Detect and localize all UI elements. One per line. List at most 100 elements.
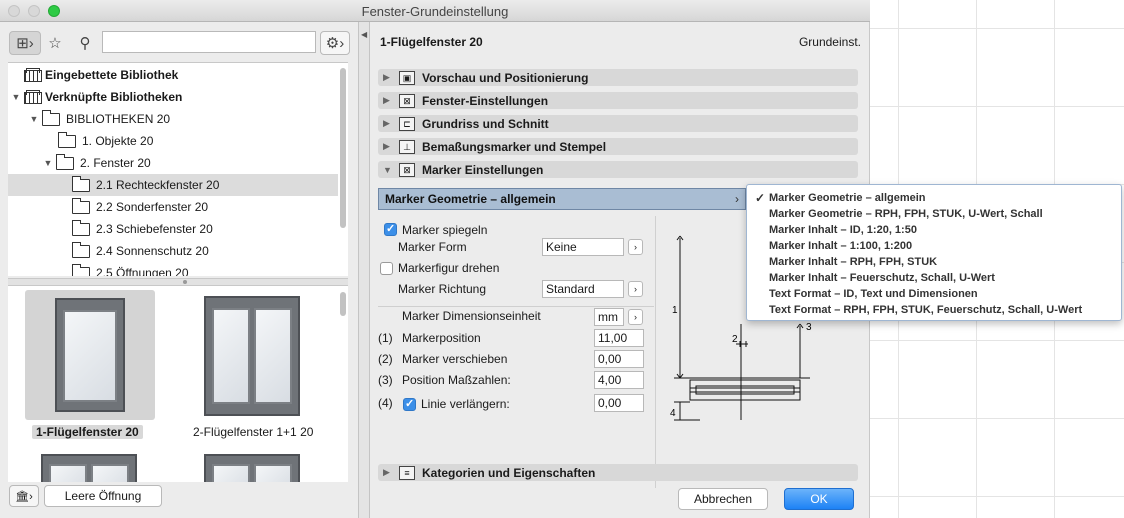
tree-item-schiebefenster[interactable]: 2.3 Schiebefenster 20 [8,218,338,240]
categories-icon: ≡ [399,465,415,480]
mirror-marker-label: Marker spiegeln [402,223,488,237]
tree-item-objekte[interactable]: 1. Objekte 20 [8,130,338,152]
page-selector-dropdown[interactable]: Marker Geometrie – allgemein › [378,188,746,210]
extend-line-checkbox[interactable] [403,397,416,411]
section-label: Bemaßungsmarker und Stempel [422,139,607,154]
settings-dialog: Fenster-Grundeinstellung ⊞› ☆ ⚲ ⚙› Einge… [0,0,870,518]
menu-item-inhalt-scale[interactable]: Marker Inhalt – 1:100, 1:200 [747,238,1121,254]
search-button[interactable]: ⚲ [74,31,96,55]
thumbnail-1-fluegelfenster[interactable] [25,290,155,420]
thumbnail-2-fluegelfenster[interactable] [204,296,300,420]
cancel-button[interactable]: Abbrechen [678,488,768,510]
favorites-button[interactable]: ☆ [44,31,66,55]
tree-item-label: Verknüpfte Bibliotheken [45,90,183,104]
marker-position-input[interactable]: 11,00 [594,329,644,347]
tree-item-embedded-library[interactable]: Eingebettete Bibliothek [8,64,338,86]
disclosure-triangle-icon: ▼ [383,164,392,175]
menu-item-label: Marker Inhalt – 1:100, 1:200 [769,240,913,252]
menu-item-label: Text Format – ID, Text und Dimensionen [769,288,978,300]
tree-item-bibliotheken[interactable]: ▼ BIBLIOTHEKEN 20 [8,108,338,130]
tree-item-oeffnungen[interactable]: 2.5 Öffnungen 20 [8,262,338,276]
tree-item-label: 1. Objekte 20 [82,134,154,148]
dim-unit-label: Marker Dimensionseinheit [402,309,541,323]
tree-item-rechteckfenster[interactable]: 2.1 Rechteckfenster 20 [8,174,338,196]
disclosure-triangle-icon: ▶ [383,95,390,105]
tree-item-fenster[interactable]: ▼ 2. Fenster 20 [8,152,338,174]
tree-item-label: 2. Fenster 20 [80,156,151,170]
tree-item-label: 2.5 Öffnungen 20 [96,266,189,276]
extend-line-input[interactable]: 0,00 [594,394,644,412]
window-settings-icon: ⊠ [399,93,415,108]
mirror-marker-checkbox[interactable] [384,222,397,236]
panel-splitter[interactable]: ◀ [358,22,370,518]
section-label: Grundriss und Schnitt [422,116,549,131]
rotate-marker-label: Markerfigur drehen [398,261,500,275]
rotate-marker-checkbox[interactable] [380,262,393,275]
folder-icon [56,153,74,170]
folder-icon [72,197,90,214]
marker-form-label: Marker Form [398,240,467,254]
menu-item-geometrie-rph[interactable]: Marker Geometrie – RPH, FPH, STUK, U-Wer… [747,206,1121,222]
tree-item-linked-libraries[interactable]: ▼ Verknüpfte Bibliotheken [8,86,338,108]
section-kategorien[interactable]: ▶ ≡ Kategorien und Eigenschaften [378,464,858,481]
tree-item-label: 2.4 Sonnenschutz 20 [96,244,209,258]
ok-button[interactable]: OK [784,488,854,510]
menu-item-text-format-rph[interactable]: Text Format – RPH, FPH, STUK, Feuerschut… [747,302,1121,318]
marker-form-field[interactable]: Keine [542,238,624,256]
section-fenster-einstellungen[interactable]: ▶ ⊠ Fenster-Einstellungen [378,92,858,109]
dim-unit-picker-button[interactable]: › [628,309,643,325]
library-panel: ⊞› ☆ ⚲ ⚙› Eingebettete Bibliothek ▼ Verk… [0,22,358,518]
dimension-label-4: 4 [670,408,676,419]
dimension-position-input[interactable]: 4,00 [594,371,644,389]
menu-item-label: Marker Geometrie – RPH, FPH, STUK, U-Wer… [769,208,1043,220]
window-frame-icon[interactable] [41,454,137,482]
disclosure-triangle-icon: ▶ [383,72,390,82]
thumbnail-label[interactable]: 2-Flügelfenster 1+1 20 [193,425,313,439]
library-icon [24,90,42,104]
disclosure-triangle-icon[interactable]: ▼ [10,92,22,102]
empty-opening-button[interactable]: Leere Öffnung [44,485,162,507]
marker-settings-icon: ⊠ [399,162,415,177]
thumbnails-scrollbar[interactable] [340,292,346,316]
section-vorschau[interactable]: ▶ ▣ Vorschau und Positionierung [378,69,858,86]
chevron-right-icon: › [735,192,739,206]
menu-item-inhalt-id[interactable]: Marker Inhalt – ID, 1:20, 1:50 [747,222,1121,238]
search-icon: ⚲ [79,35,91,52]
library-icon [24,68,42,82]
library-manager-button[interactable]: 🏛› [9,485,39,507]
menu-item-inhalt-feuerschutz[interactable]: Marker Inhalt – Feuerschutz, Schall, U-W… [747,270,1121,286]
collapse-arrow-icon[interactable]: ◀ [361,30,367,39]
panel-split-handle[interactable] [8,278,348,286]
dim-unit-field[interactable]: mm [594,308,624,326]
folder-view-button[interactable]: ⊞› [9,31,41,55]
disclosure-triangle-icon[interactable]: ▼ [28,114,40,124]
param-index: (4) [378,396,393,410]
tree-item-sonderfenster[interactable]: 2.2 Sonderfenster 20 [8,196,338,218]
marker-parameters: Marker spiegeln Marker Form Keine › Mark… [378,216,656,488]
section-marker-einstellungen[interactable]: ▼ ⊠ Marker Einstellungen [378,161,858,178]
menu-item-geometrie-allgemein[interactable]: ✓ Marker Geometrie – allgemein [747,190,1121,206]
floor-plan-icon: ⊏ [399,116,415,131]
marker-direction-picker-button[interactable]: › [628,281,643,297]
thumbnail-label[interactable]: 1-Flügelfenster 20 [32,425,143,439]
settings-menu-button[interactable]: ⚙› [320,31,350,55]
section-bemassung[interactable]: ▶ ⊥ Bemaßungsmarker und Stempel [378,138,858,155]
menu-item-text-format-id[interactable]: Text Format – ID, Text und Dimensionen [747,286,1121,302]
search-input[interactable] [102,31,316,53]
disclosure-triangle-icon[interactable]: ▼ [42,158,54,168]
section-grundriss[interactable]: ▶ ⊏ Grundriss und Schnitt [378,115,858,132]
tree-scrollbar[interactable] [340,68,346,228]
dimension-position-label: Position Maßzahlen: [402,373,511,387]
marker-shift-input[interactable]: 0,00 [594,350,644,368]
menu-item-inhalt-rph[interactable]: Marker Inhalt – RPH, FPH, STUK [747,254,1121,270]
library-tree: Eingebettete Bibliothek ▼ Verknüpfte Bib… [8,62,348,276]
tree-item-sonnenschutz[interactable]: 2.4 Sonnenschutz 20 [8,240,338,262]
window-frame-icon[interactable] [204,454,300,482]
disclosure-triangle-icon: ▶ [383,467,390,477]
object-thumbnails: 1-Flügelfenster 20 2-Flügelfenster 1+1 2… [8,286,348,482]
tree-item-label: 2.3 Schiebefenster 20 [96,222,213,236]
tree-item-label: Eingebettete Bibliothek [45,68,179,82]
marker-form-picker-button[interactable]: › [628,239,643,255]
param-index: (3) [378,373,393,387]
marker-direction-field[interactable]: Standard [542,280,624,298]
